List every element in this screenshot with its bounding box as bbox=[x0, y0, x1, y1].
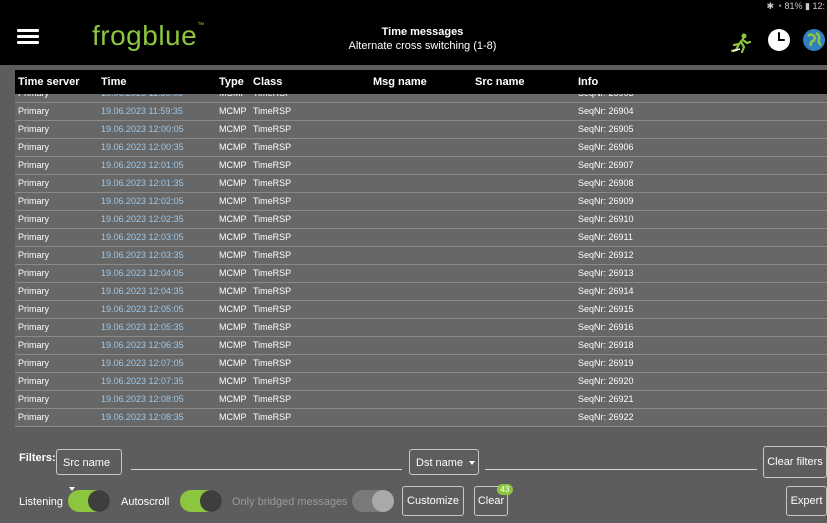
table-row[interactable]: Primary 19.06.2023 12:05:05 MCMP TimeRSP Seq… bbox=[15, 301, 827, 319]
table-row[interactable]: Primary 19.06.2023 12:06:35 MCMP TimeRSP Seq… bbox=[15, 337, 827, 355]
dst-name-dropdown-label: Dst name bbox=[416, 457, 464, 469]
page-subtitle: Alternate cross switching (1-8) bbox=[348, 40, 497, 52]
table-row[interactable]: Primary 19.06.2023 12:01:05 MCMP TimeRSP Seq… bbox=[15, 157, 827, 175]
table-row[interactable]: Primary 19.06.2023 12:05:35 MCMP TimeRSP Seq… bbox=[15, 319, 827, 337]
clock-icon[interactable] bbox=[767, 28, 791, 52]
column-header-time[interactable]: Time bbox=[101, 70, 126, 94]
table-row[interactable]: Primary 19.06.2023 12:01:35 MCMP TimeRSP Seq… bbox=[15, 175, 827, 193]
table-row[interactable]: Primary 19.06.2023 12:00:05 MCMP TimeRSP Seq… bbox=[15, 121, 827, 139]
listening-toggle[interactable] bbox=[68, 490, 110, 512]
column-header-info[interactable]: Info bbox=[578, 70, 598, 94]
menu-icon[interactable] bbox=[17, 29, 39, 45]
message-list[interactable]: Primary19.06.2023 11:59:05MCMPTimeRSPSeq… bbox=[15, 94, 827, 436]
dst-name-filter-input[interactable] bbox=[485, 469, 757, 470]
running-person-icon[interactable] bbox=[730, 32, 752, 54]
table-row[interactable]: Primary 19.06.2023 12:03:05 MCMP TimeRSP Seq… bbox=[15, 229, 827, 247]
table-row[interactable]: Primary 19.06.2023 12:08:05 MCMP TimeRSP Seq… bbox=[15, 391, 827, 409]
table-row[interactable]: Primary 19.06.2023 12:04:05 MCMP TimeRSP Seq… bbox=[15, 265, 827, 283]
src-name-filter-input[interactable] bbox=[131, 469, 402, 470]
only-bridged-toggle-knob bbox=[372, 490, 394, 512]
only-bridged-label: Only bridged messages bbox=[232, 496, 348, 508]
caret-down-icon bbox=[469, 461, 476, 466]
table-row[interactable]: Primary 19.06.2023 12:03:35 MCMP TimeRSP Seq… bbox=[15, 247, 827, 265]
system-status-bar: ✱ ◔ 81% ▮ 12: bbox=[0, 0, 827, 12]
table-row[interactable]: Primary19.06.2023 11:59:05MCMPTimeRSPSeq… bbox=[15, 94, 827, 103]
frogblue-logo: frogblue™ bbox=[92, 20, 205, 51]
table-row[interactable]: Primary 19.06.2023 12:07:05 MCMP TimeRSP Seq… bbox=[15, 355, 827, 373]
message-count-badge: 43 bbox=[497, 484, 513, 495]
app-header: frogblue™ Time messages Alternate cross … bbox=[0, 12, 827, 65]
only-bridged-toggle[interactable] bbox=[352, 490, 394, 512]
table-header: Time server Time Type Class Msg name Src… bbox=[15, 70, 827, 94]
column-header-class[interactable]: Class bbox=[253, 70, 282, 94]
listening-label: Listening bbox=[19, 496, 64, 508]
table-row[interactable]: Primary 19.06.2023 12:08:35 MCMP TimeRSP Seq… bbox=[15, 409, 827, 427]
table-row[interactable]: Primary 19.06.2023 12:02:35 MCMP TimeRSP Seq… bbox=[15, 211, 827, 229]
customize-button[interactable]: Customize bbox=[402, 486, 464, 516]
page-title: Time messages bbox=[381, 26, 464, 38]
globe-icon[interactable] bbox=[802, 28, 826, 52]
column-header-src-name[interactable]: Src name bbox=[475, 70, 525, 94]
column-header-msg-name[interactable]: Msg name bbox=[373, 70, 427, 94]
expert-button[interactable]: Expert bbox=[786, 486, 827, 516]
listening-toggle-knob bbox=[88, 490, 110, 512]
page-title-block: Time messages Alternate cross switching … bbox=[300, 26, 545, 53]
autoscroll-toggle-knob bbox=[200, 490, 222, 512]
dst-name-dropdown[interactable]: Dst name bbox=[409, 449, 479, 475]
autoscroll-label: Autoscroll bbox=[121, 496, 170, 508]
table-row[interactable]: Primary 19.06.2023 12:00:35 MCMP TimeRSP Seq… bbox=[15, 139, 827, 157]
table-row[interactable]: Primary 19.06.2023 12:07:35 MCMP TimeRSP Seq… bbox=[15, 373, 827, 391]
clear-filters-button[interactable]: Clear filters bbox=[763, 446, 827, 478]
status-indicators: ✱ ◔ 81% ▮ 12: bbox=[766, 1, 825, 11]
src-name-dropdown-label: Src name bbox=[63, 457, 111, 469]
autoscroll-toggle[interactable] bbox=[180, 490, 222, 512]
table-row[interactable]: Primary 19.06.2023 12:04:35 MCMP TimeRSP Seq… bbox=[15, 283, 827, 301]
filters-label: Filters: bbox=[19, 452, 56, 464]
column-header-time-server[interactable]: Time server bbox=[18, 70, 80, 94]
table-row[interactable]: Primary 19.06.2023 12:02:05 MCMP TimeRSP Seq… bbox=[15, 193, 827, 211]
table-row[interactable]: Primary 19.06.2023 11:59:35 MCMP TimeRSP Seq… bbox=[15, 103, 827, 121]
column-header-type[interactable]: Type bbox=[219, 70, 244, 94]
src-name-dropdown[interactable]: Src name bbox=[56, 449, 122, 492]
